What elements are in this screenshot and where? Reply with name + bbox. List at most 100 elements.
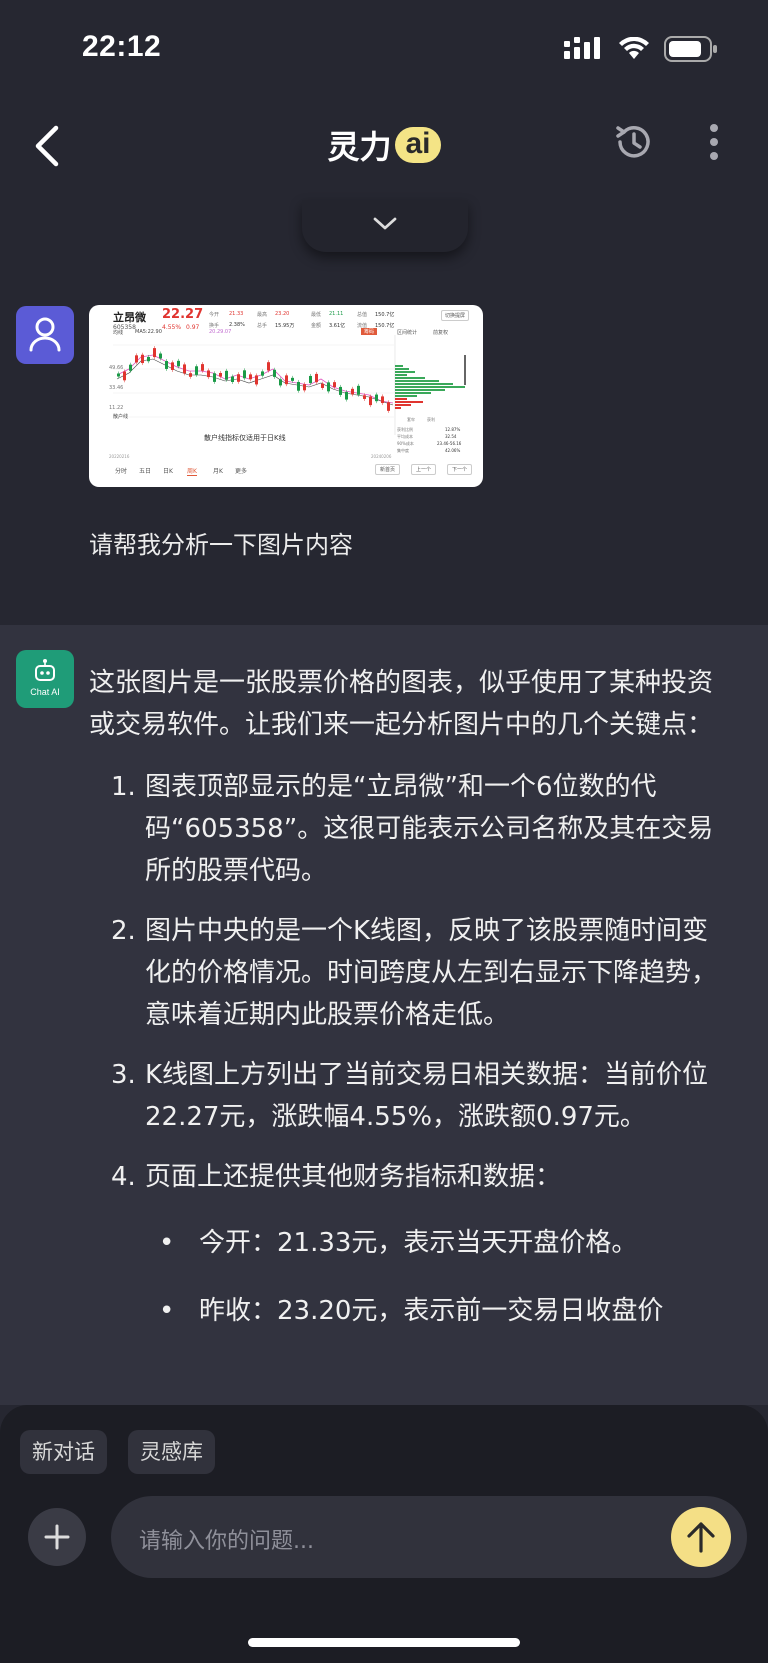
thumb-candle xyxy=(327,382,330,392)
thumb-candle xyxy=(297,381,300,391)
thumb-candle xyxy=(381,396,384,404)
thumb-candle xyxy=(375,394,378,402)
bullet-dot: • xyxy=(159,1228,175,1258)
thumb-stat-label: 90%成本 xyxy=(397,441,414,446)
app-header: 灵力 ai xyxy=(0,100,768,200)
thumb-candle xyxy=(225,370,228,380)
thumb-stat-value: 12.87% xyxy=(445,427,461,432)
bullet-dot: • xyxy=(159,1296,175,1326)
thumb-label: 最高 xyxy=(257,312,268,318)
thumb-candle xyxy=(279,379,282,386)
signal-icon xyxy=(564,37,600,59)
thumb-candle xyxy=(351,388,354,395)
thumb-label: 总手 xyxy=(257,323,268,329)
thumb-candle xyxy=(141,354,144,364)
list-item-text: 页面上还提供其他财务指标和数据： xyxy=(145,1162,562,1192)
thumb-candle xyxy=(177,360,180,367)
thumb-value: 150.7亿 xyxy=(375,312,395,318)
list-item-text: 图片中央的是一个K线图，反映了该股票随时间变化的价格情况。时间跨度从左到右显示下… xyxy=(145,916,718,1030)
inspiration-library-chip[interactable]: 灵感库 xyxy=(128,1430,215,1474)
thumb-candle xyxy=(123,371,126,381)
thumb-candle xyxy=(291,377,294,381)
list-item: 1. 图表顶部显示的是“立昂微”和一个6位数的代码“605358”。这很可能表示… xyxy=(89,766,729,892)
add-attachment-button[interactable] xyxy=(28,1508,86,1566)
thumb-candle xyxy=(159,353,162,359)
thumb-candle xyxy=(273,369,276,377)
title-text: 灵力 xyxy=(327,128,392,166)
thumb-value: 21.11 xyxy=(329,311,344,317)
thumb-candle xyxy=(201,364,204,371)
more-button[interactable] xyxy=(704,120,724,164)
thumb-candle xyxy=(339,386,342,395)
thumb-value: 23.20 xyxy=(275,311,290,317)
thumb-candle xyxy=(219,372,222,377)
thumb-date-start: 20220216 xyxy=(109,454,130,459)
thumb-candle xyxy=(309,375,312,384)
bullet-text: 昨收：23.20元，表示前一交易日收盘价 xyxy=(199,1296,664,1326)
thumb-candle xyxy=(153,348,156,358)
thumb-bottom-tab: 更多 xyxy=(235,468,248,475)
thumb-candle xyxy=(369,396,372,406)
thumb-value: 21.33 xyxy=(229,311,244,317)
thumb-stat-label: 集中度 xyxy=(397,448,409,453)
thumb-candle xyxy=(165,360,168,369)
thumb-bottom-tab: 分时 xyxy=(115,468,128,475)
send-button[interactable] xyxy=(671,1507,731,1567)
thumb-candle xyxy=(147,356,150,362)
chevron-down-icon xyxy=(373,217,397,230)
thumb-notice: 散户线指标仅适用于日K线 xyxy=(204,434,286,442)
thumb-candle xyxy=(243,370,246,379)
thumb-stat-value: 23.46-56.16 xyxy=(437,441,462,446)
thumb-y-label: 33.46 xyxy=(109,385,124,391)
thumb-label: 最低 xyxy=(311,312,322,318)
thumb-candle xyxy=(255,375,258,385)
input-placeholder: 请输入你的问题... xyxy=(139,1529,314,1554)
list-item-text: K线图上方列出了当前交易日相关数据：当前价位22.27元，涨跌幅4.55%，涨跌… xyxy=(145,1060,709,1132)
thumb-change-pct: 4.55% xyxy=(162,324,182,331)
battery-icon xyxy=(664,36,717,62)
thumb-candle xyxy=(129,364,132,371)
thumb-candle xyxy=(363,395,366,399)
title-badge: ai xyxy=(395,127,441,163)
thumb-stat-value: 42.06% xyxy=(445,448,461,453)
new-chat-chip[interactable]: 新对话 xyxy=(20,1430,107,1474)
thumb-candle xyxy=(231,376,234,383)
thumb-bottom-tab: 日K xyxy=(163,468,173,475)
stock-chart-thumbnail[interactable]: 立昂微 605358 22.27 4.55% 0.97 今开 换手 21.33 … xyxy=(89,305,483,487)
bullet-text: 今开：21.33元，表示当天开盘价格。 xyxy=(199,1228,638,1258)
thumb-stat-label: 平均成本 xyxy=(397,434,413,439)
collapse-toggle[interactable] xyxy=(302,200,468,252)
thumb-stat-label: 获利比例 xyxy=(397,427,413,432)
thumb-candle xyxy=(321,383,324,388)
thumb-change-amt: 0.97 xyxy=(186,324,200,331)
thumb-value: 2.38% xyxy=(229,322,245,328)
thumb-candle xyxy=(285,375,288,385)
thumb-nav-button: 新首页 xyxy=(375,464,401,475)
thumb-dots-label: 散户线 xyxy=(113,414,129,420)
thumb-bottom-tab: 五日 xyxy=(139,468,152,475)
thumb-candle xyxy=(267,362,270,371)
thumb-candle xyxy=(387,402,390,411)
message-input[interactable]: 请输入你的问题... xyxy=(111,1496,747,1578)
list-item-text: 图表顶部显示的是“立昂微”和一个6位数的代码“605358”。这很可能表示公司名… xyxy=(145,772,714,886)
history-button[interactable] xyxy=(612,120,656,164)
thumb-label: 换手 xyxy=(209,323,220,329)
thumb-value: 15.95万 xyxy=(275,323,295,329)
thumb-candle xyxy=(315,373,318,383)
list-item: 4. 页面上还提供其他财务指标和数据： xyxy=(89,1156,729,1198)
user-avatar xyxy=(16,306,74,364)
list-item: 2. 图片中央的是一个K线图，反映了该股票随时间变化的价格情况。时间跨度从左到右… xyxy=(89,910,729,1036)
list-number: 3. xyxy=(111,1060,136,1090)
thumb-price: 22.27 xyxy=(162,307,204,322)
thumb-nav-button: 上一个 xyxy=(411,464,437,475)
thumb-candle xyxy=(237,374,240,382)
status-time: 22:12 xyxy=(82,30,162,63)
bullet-item: • 昨收：23.20元，表示前一交易日收盘价 xyxy=(89,1290,729,1332)
thumb-candle xyxy=(303,384,306,391)
thumb-date-end: 20240206 xyxy=(371,454,392,459)
thumb-candle xyxy=(171,362,174,370)
thumb-switch-button: 切换提屏 xyxy=(441,310,470,321)
thumb-stat-value: 32.54 xyxy=(445,434,457,439)
thumb-candle xyxy=(333,382,336,388)
thumb-candle xyxy=(207,370,210,378)
